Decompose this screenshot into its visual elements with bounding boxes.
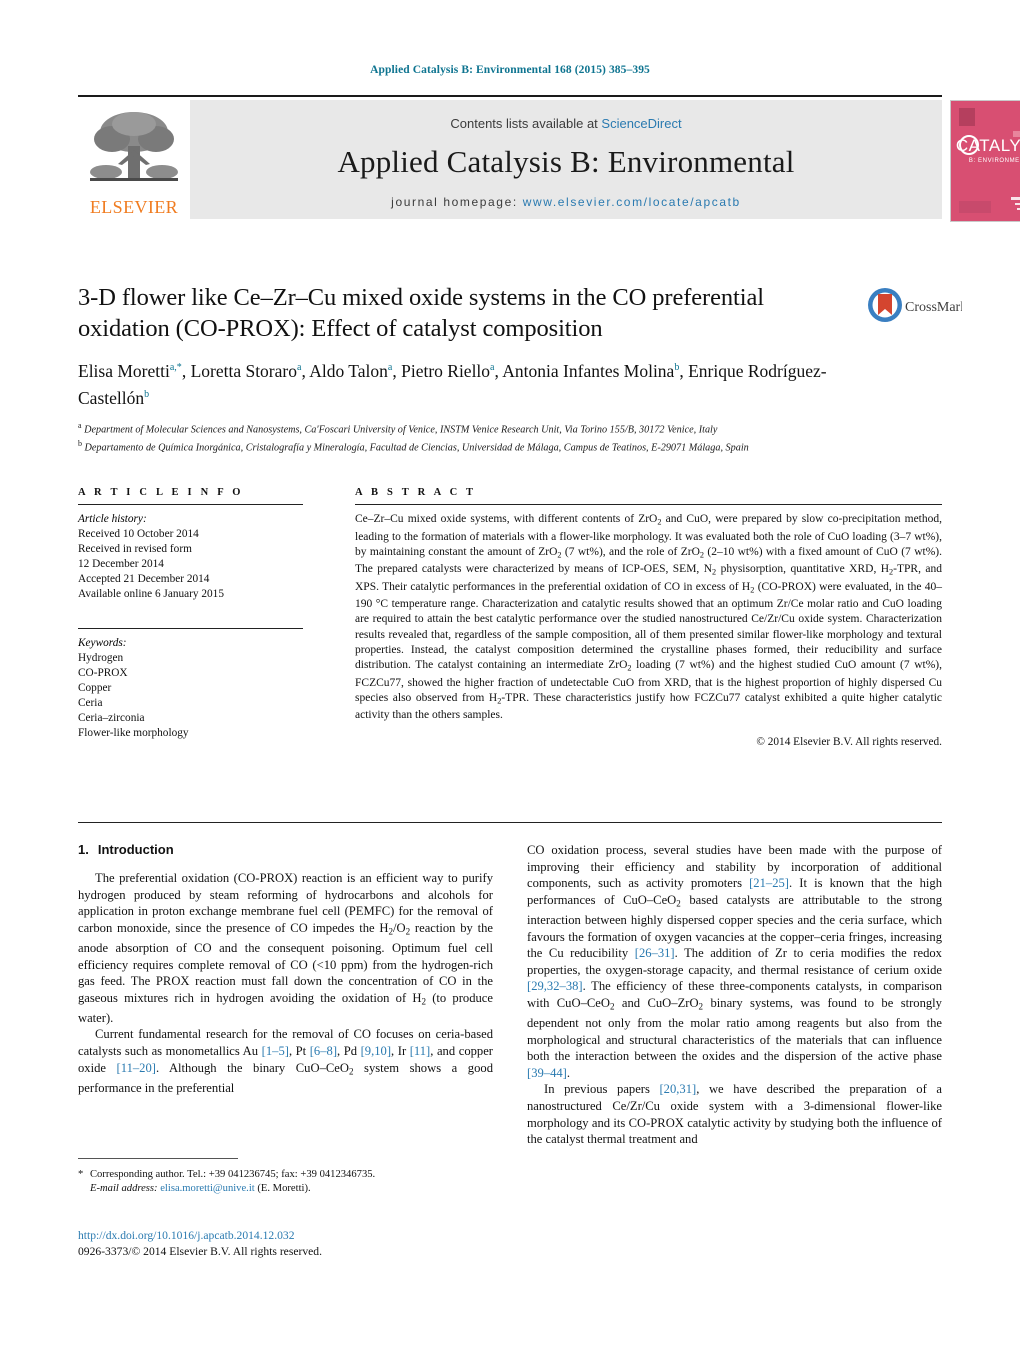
contents-available-line: Contents lists available at ScienceDirec… <box>190 116 942 131</box>
paragraph: In previous papers [20,31], we have desc… <box>527 1082 942 1147</box>
keyword-item: Ceria–zirconia <box>78 712 145 724</box>
homepage-prefix: journal homepage: <box>391 195 523 209</box>
affiliation-a: a Department of Molecular Sciences and N… <box>78 420 718 436</box>
author-email-link[interactable]: elisa.moretti@unive.it <box>160 1183 255 1194</box>
contents-prefix: Contents lists available at <box>450 116 602 131</box>
introduction-heading: 1. Introduction <box>78 842 493 857</box>
info-abstract-region: A R T I C L E I N F O Article history: R… <box>78 487 942 817</box>
author-list: Elisa Morettia,*, Loretta Storaroa, Aldo… <box>78 360 827 408</box>
body-column-left: 1. Introduction The preferential oxidatio… <box>78 842 493 1096</box>
page-title: 3-D flower like Ce–Zr–Cu mixed oxide sys… <box>78 284 764 342</box>
running-head: Applied Catalysis B: Environmental 168 (… <box>370 64 650 76</box>
affiliation-b-text: Departamento de Química Inorgánica, Cris… <box>84 441 749 453</box>
article-info-column: A R T I C L E I N F O Article history: R… <box>78 487 303 741</box>
article-info-heading: A R T I C L E I N F O <box>78 487 244 498</box>
article-info-rule <box>78 504 303 505</box>
keyword-item: CO-PROX <box>78 667 128 679</box>
svg-text:CrossMark: CrossMark <box>905 300 962 315</box>
paragraph: CO oxidation process, several studies ha… <box>527 843 942 1080</box>
journal-homepage-line: journal homepage: www.elsevier.com/locat… <box>190 195 942 209</box>
article-history-label: Article history: <box>78 513 147 525</box>
crossmark-badge[interactable]: CrossMark <box>866 284 967 346</box>
elsevier-logo: ELSEVIER <box>78 100 190 219</box>
journal-homepage-url[interactable]: www.elsevier.com/locate/apcatb <box>523 195 741 209</box>
section-number: 1. <box>78 842 89 857</box>
email-note: E-mail address: elisa.moretti@unive.it (… <box>78 1182 493 1196</box>
keyword-item: Ceria <box>78 697 103 709</box>
affiliation-a-text: Department of Molecular Sciences and Nan… <box>84 424 718 436</box>
keyword-item: Copper <box>78 682 112 694</box>
keywords-rule <box>78 628 303 629</box>
footnote-block: * Corresponding author. Tel.: +39 041236… <box>78 1168 493 1196</box>
journal-masthead: ELSEVIER Contents lists available at Sci… <box>78 95 1020 222</box>
section-title-text: Introduction <box>97 842 174 857</box>
sciencedirect-link[interactable]: ScienceDirect <box>601 116 681 131</box>
journal-title: Applied Catalysis B: Environmental <box>337 144 795 179</box>
history-item: Received in revised form <box>78 543 192 555</box>
history-item: 12 December 2014 <box>78 558 164 570</box>
crossmark-icon: CrossMark <box>868 288 967 322</box>
article-first-page: Applied Catalysis B: Environmental 168 (… <box>0 0 1020 1351</box>
abstract-rule <box>355 504 942 505</box>
keyword-item: Hydrogen <box>78 652 124 664</box>
journal-cover-thumbnail: CATALYSIS B: ENVIRONMENTAL <box>950 100 1020 222</box>
imprint-block: http://dx.doi.org/10.1016/j.apcatb.2014.… <box>78 1228 508 1260</box>
paragraph: Current fundamental research for the rem… <box>78 1027 493 1095</box>
keyword-item: Flower-like morphology <box>78 727 189 739</box>
email-suffix: (E. Moretti). <box>257 1183 311 1194</box>
title-block: 3-D flower like Ce–Zr–Cu mixed oxide sys… <box>78 282 848 454</box>
elsevier-tree-icon <box>84 106 184 192</box>
doi-link[interactable]: http://dx.doi.org/10.1016/j.apcatb.2014.… <box>78 1228 508 1244</box>
svg-text:CATALYSIS: CATALYSIS <box>956 136 1020 155</box>
corresponding-author-note: * Corresponding author. Tel.: +39 041236… <box>78 1169 376 1180</box>
paragraph: The preferential oxidation (CO-PROX) rea… <box>78 871 493 1025</box>
journal-band: Contents lists available at ScienceDirec… <box>190 100 942 219</box>
section-divider <box>78 822 942 823</box>
history-item: Received 10 October 2014 <box>78 528 199 540</box>
abstract-text: Ce–Zr–Cu mixed oxide systems, with diffe… <box>355 513 942 722</box>
email-label: E-mail address: <box>90 1183 158 1194</box>
issn-copyright: 0926-3373/© 2014 Elsevier B.V. All right… <box>78 1245 322 1258</box>
affiliation-b: b Departamento de Química Inorgánica, Cr… <box>78 438 749 453</box>
affiliations: a Department of Molecular Sciences and N… <box>78 419 848 455</box>
abstract-copyright: © 2014 Elsevier B.V. All rights reserved… <box>756 735 942 748</box>
keywords-label: Keywords: <box>78 637 127 649</box>
history-item: Available online 6 January 2015 <box>78 588 224 600</box>
history-item: Accepted 21 December 2014 <box>78 573 210 585</box>
abstract-column: A B S T R A C T Ce–Zr–Cu mixed oxide sys… <box>355 487 942 748</box>
body-column-right: CO oxidation process, several studies ha… <box>527 842 942 1148</box>
keywords-block: Keywords: Hydrogen CO-PROX Copper Ceria … <box>78 628 303 741</box>
svg-text:B: ENVIRONMENTAL: B: ENVIRONMENTAL <box>969 158 1020 164</box>
elsevier-wordmark: ELSEVIER <box>89 197 179 217</box>
abstract-heading: A B S T R A C T <box>355 487 477 498</box>
footnote-rule <box>78 1158 238 1159</box>
